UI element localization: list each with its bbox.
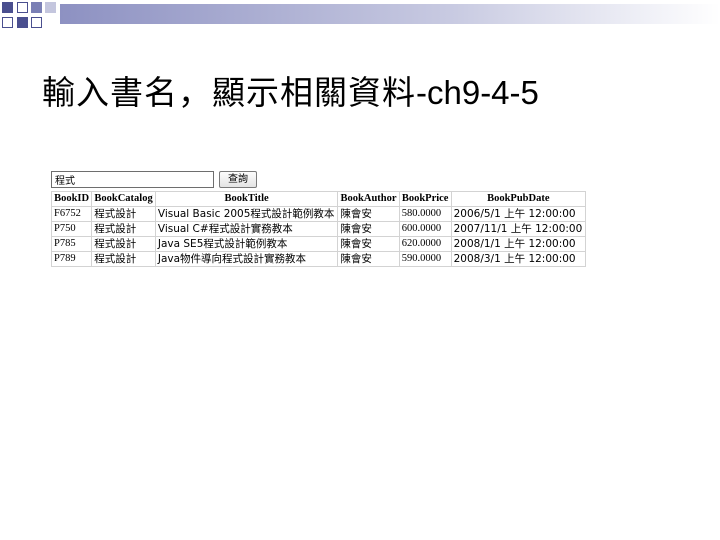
cell-bookpubdate: 2007/11/1 上午 12:00:00 <box>450 221 587 237</box>
cell-booktitle: Visual Basic 2005程式設計範例教本 <box>154 206 339 222</box>
query-button[interactable]: 查詢 <box>219 170 257 188</box>
cell-bookauthor: 陳會安 <box>337 206 400 222</box>
cell-bookprice: 600.0000 <box>398 221 452 237</box>
cell-bookprice: 590.0000 <box>398 251 452 267</box>
slide-title-text: 輸入書名，顯示相關資料 <box>42 73 416 112</box>
cell-bookpubdate: 2008/3/1 上午 12:00:00 <box>450 251 587 267</box>
column-header-bookcatalog: BookCatalog <box>91 191 156 207</box>
slide-title-suffix: -ch9-4-5 <box>416 74 539 111</box>
cell-bookid: P750 <box>50 221 93 237</box>
cell-bookid: F6752 <box>50 206 93 222</box>
books-grid: BookID BookCatalog BookTitle BookAuthor … <box>50 191 587 267</box>
cell-bookprice: 580.0000 <box>398 206 452 222</box>
cell-bookid: P789 <box>50 251 93 267</box>
cell-bookauthor: 陳會安 <box>337 221 400 237</box>
cell-bookauthor: 陳會安 <box>337 251 400 267</box>
slide-header-bar <box>0 0 720 36</box>
cell-booktitle: Visual C#程式設計實務教本 <box>154 221 339 237</box>
search-row: 查詢 <box>51 170 586 188</box>
table-row: P789 程式設計 Java物件導向程式設計實務教本 陳會安 590.0000 … <box>50 251 587 267</box>
table-header-row: BookID BookCatalog BookTitle BookAuthor … <box>50 191 587 207</box>
column-header-booktitle: BookTitle <box>154 191 339 207</box>
web-form-screenshot: 查詢 BookID BookCatalog BookTitle BookAuth… <box>50 170 587 267</box>
column-header-bookid: BookID <box>50 191 93 207</box>
cell-bookpubdate: 2008/1/1 上午 12:00:00 <box>450 236 587 252</box>
table-row: P750 程式設計 Visual C#程式設計實務教本 陳會安 600.0000… <box>50 221 587 237</box>
cell-bookpubdate: 2006/5/1 上午 12:00:00 <box>450 206 587 222</box>
cell-booktitle: Java SE5程式設計範例教本 <box>154 236 339 252</box>
header-gradient <box>60 4 720 24</box>
cell-bookcatalog: 程式設計 <box>91 251 156 267</box>
slide-title: 輸入書名，顯示相關資料-ch9-4-5 <box>42 66 539 114</box>
cell-bookid: P785 <box>50 236 93 252</box>
cell-bookcatalog: 程式設計 <box>91 221 156 237</box>
cell-booktitle: Java物件導向程式設計實務教本 <box>154 251 339 267</box>
column-header-bookauthor: BookAuthor <box>337 191 400 207</box>
cell-bookcatalog: 程式設計 <box>91 236 156 252</box>
search-input[interactable] <box>51 170 214 188</box>
column-header-bookprice: BookPrice <box>398 191 452 207</box>
cell-bookauthor: 陳會安 <box>337 236 400 252</box>
table-row: F6752 程式設計 Visual Basic 2005程式設計範例教本 陳會安… <box>50 206 587 222</box>
cell-bookcatalog: 程式設計 <box>91 206 156 222</box>
column-header-bookpubdate: BookPubDate <box>450 191 587 207</box>
table-row: P785 程式設計 Java SE5程式設計範例教本 陳會安 620.0000 … <box>50 236 587 252</box>
decorative-squares-icon <box>0 0 60 36</box>
cell-bookprice: 620.0000 <box>398 236 452 252</box>
